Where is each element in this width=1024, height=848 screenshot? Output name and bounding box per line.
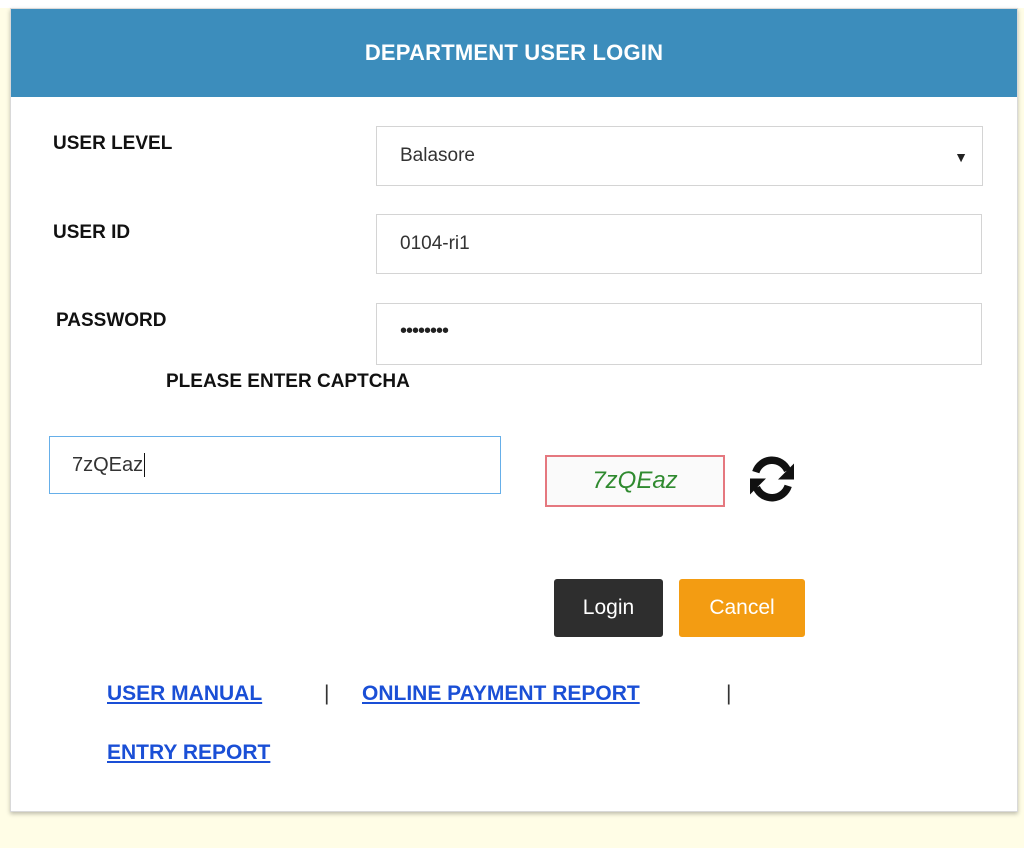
captcha-image: 7zQEaz [545,455,725,507]
password-input[interactable]: •••••••• [376,303,982,365]
captcha-label: PLEASE ENTER CAPTCHA [166,371,410,392]
panel-title: DEPARTMENT USER LOGIN [364,40,664,65]
text-caret [144,453,146,477]
login-page: DEPARTMENT USER LOGIN USER LEVEL Balasor… [0,0,1024,848]
user-id-input[interactable]: 0104-ri1 [376,214,982,274]
user-level-selected-value: Balasore [400,145,475,166]
entry-report-link[interactable]: ENTRY REPORT [107,741,270,765]
login-button[interactable]: Login [554,579,663,637]
password-label: PASSWORD [56,310,167,331]
top-strip [0,0,1024,8]
login-panel: DEPARTMENT USER LOGIN USER LEVEL Balasor… [10,8,1018,812]
panel-header: DEPARTMENT USER LOGIN [11,9,1017,97]
link-separator-1: | [324,682,330,705]
refresh-icon[interactable] [743,450,801,508]
captcha-input-value: 7zQEaz [72,453,144,476]
captcha-input[interactable]: 7zQEaz [49,436,501,494]
caret-down-icon: ▼ [954,148,968,165]
user-level-select[interactable]: Balasore ▼ [376,126,983,186]
link-separator-2: | [726,682,732,705]
online-payment-report-link[interactable]: ONLINE PAYMENT REPORT [362,682,640,706]
password-masked-value: •••••••• [400,319,449,342]
cancel-button[interactable]: Cancel [679,579,805,637]
user-manual-link[interactable]: USER MANUAL [107,682,262,706]
user-id-label: USER ID [53,222,131,243]
user-level-label: USER LEVEL [53,133,173,154]
captcha-image-text: 7zQEaz [592,467,678,494]
user-id-value: 0104-ri1 [400,233,470,254]
